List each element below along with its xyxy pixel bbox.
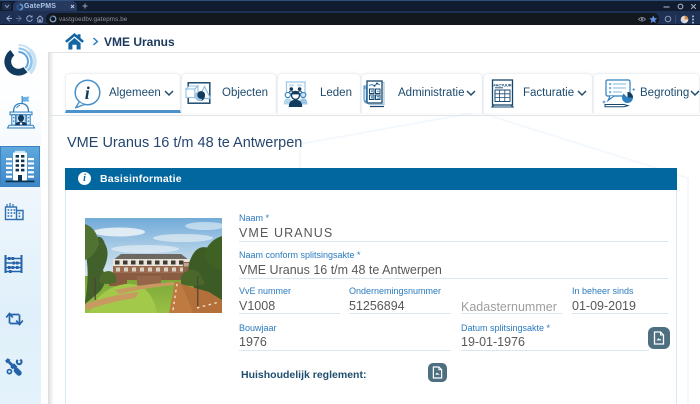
svg-text:i: i <box>85 83 90 103</box>
svg-text:FACTUUR: FACTUUR <box>494 83 512 88</box>
